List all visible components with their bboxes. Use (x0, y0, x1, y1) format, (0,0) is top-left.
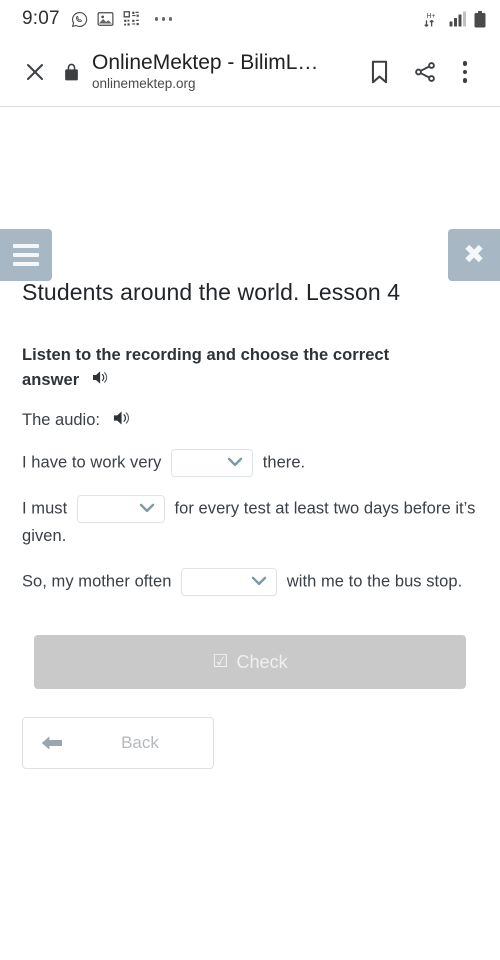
qr-scan-icon (123, 11, 140, 27)
share-icon[interactable] (402, 53, 448, 91)
lesson-page: ✖ Students around the world. Lesson 4 Li… (0, 107, 500, 959)
close-icon: ✖ (463, 240, 485, 270)
sentence-row: I must for every test at least two days … (22, 495, 478, 550)
page-title: OnlineMektep - BilimL… (92, 50, 319, 74)
answer-select[interactable] (76, 495, 165, 524)
answer-select[interactable] (171, 449, 254, 478)
chevron-down-icon (227, 450, 243, 477)
battery-icon (474, 10, 486, 28)
status-clock: 9:07 (22, 8, 60, 29)
bookmark-icon[interactable] (356, 53, 402, 91)
exercise-content: Listen to the recording and choose the c… (22, 343, 478, 596)
android-status-bar: 9:07 H+ (0, 0, 500, 38)
answer-select[interactable] (181, 567, 278, 596)
chevron-down-icon (139, 496, 155, 523)
close-lesson-button[interactable]: ✖ (448, 229, 500, 281)
svg-text:H+: H+ (426, 12, 435, 19)
browser-toolbar: OnlineMektep - BilimL… onlinemektep.org (0, 38, 500, 106)
sentence-row: I have to work very there. (22, 449, 478, 478)
gallery-icon (97, 11, 114, 27)
sentence-text-after: with me to the bus stop. (286, 572, 463, 591)
status-notification-icons (71, 11, 173, 28)
check-button[interactable]: ☑ Check (34, 635, 466, 689)
hamburger-icon (13, 244, 39, 266)
hspa-plus-data-icon: H+ (423, 10, 442, 29)
audio-label: The audio: (22, 411, 100, 430)
back-button[interactable]: Back (22, 717, 214, 769)
audio-row: The audio: (22, 410, 478, 431)
whatsapp-icon (71, 11, 88, 28)
page-url: onlinemektep.org (92, 76, 196, 92)
lesson-title: Students around the world. Lesson 4 (22, 279, 401, 305)
task-heading: Listen to the recording and choose the c… (22, 343, 432, 393)
overflow-dots-icon (154, 17, 173, 21)
speaker-icon[interactable] (113, 410, 131, 431)
browser-menu-icon[interactable] (448, 53, 482, 91)
sentence-text-before: So, my mother often (22, 572, 172, 591)
lock-icon (58, 63, 84, 81)
checked-checkbox-icon: ☑ (212, 651, 229, 672)
toolbar-actions (356, 53, 482, 91)
sentence-text-before: I must (22, 499, 68, 518)
signal-bars-icon (449, 11, 467, 27)
speaker-icon[interactable] (92, 371, 109, 389)
sentence-text-after: there. (262, 453, 306, 472)
check-button-label: Check (236, 651, 288, 672)
sidebar-toggle-button[interactable] (0, 229, 52, 281)
status-system-icons: H+ (423, 10, 486, 29)
sentence-text-before: I have to work very (22, 453, 162, 472)
task-heading-text: Listen to the recording and choose the c… (22, 346, 390, 390)
chevron-down-icon (251, 569, 267, 596)
arrow-left-icon (23, 735, 81, 751)
close-tab-button[interactable] (16, 53, 54, 91)
back-button-label: Back (121, 733, 159, 752)
sentence-row: So, my mother often with me to the bus s… (22, 567, 478, 596)
address-bar[interactable]: OnlineMektep - BilimL… onlinemektep.org (92, 51, 356, 93)
